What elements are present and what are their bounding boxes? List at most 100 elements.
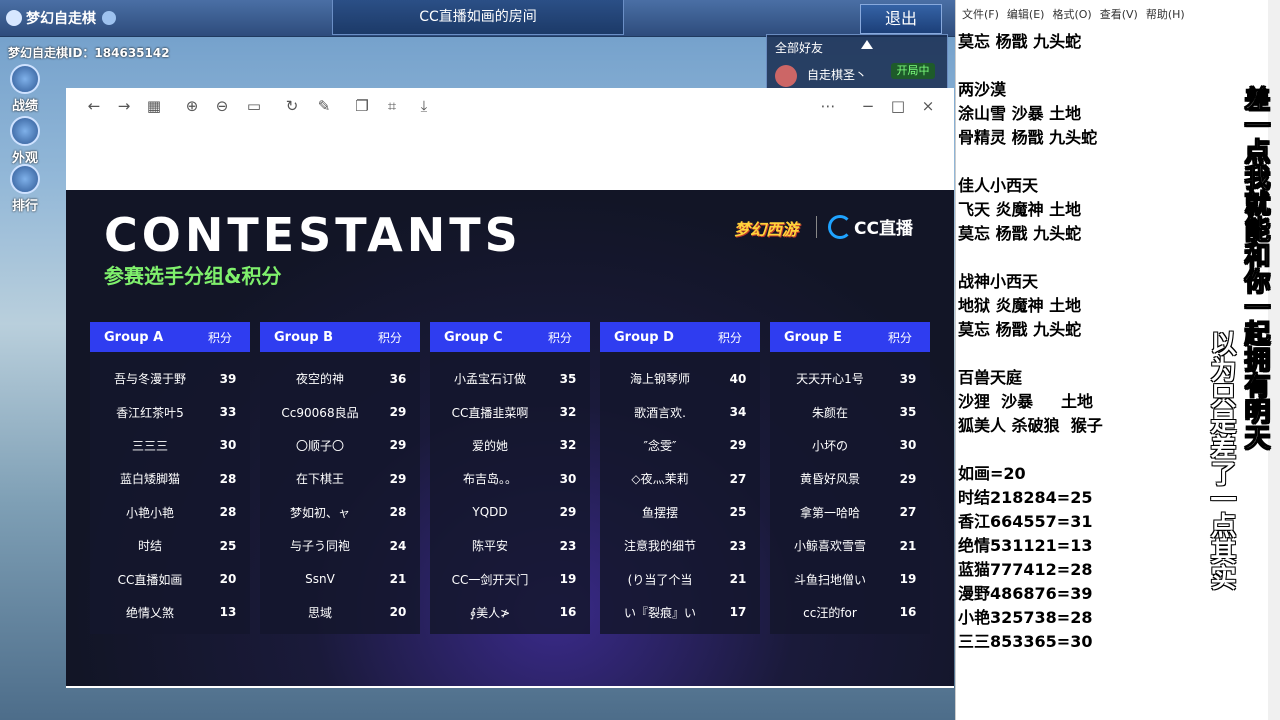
player-score: 28 [219, 471, 237, 486]
group-table: Group E 积分 天天开心1号 39 朱颜在 35 小坏の 30 黄昏好风景 29 拿第一哈哈 2… [770, 322, 930, 634]
player-name: 小坏の [811, 438, 848, 453]
notepad-line: 涂山雪 沙暴 土地 [958, 104, 1082, 123]
player-name: CC直播韭菜啊 [451, 405, 529, 420]
score-header: 积分 [717, 330, 742, 345]
player-name: 黄昏好风景 [799, 472, 860, 487]
notepad-line [958, 150, 1208, 174]
player-score: 19 [559, 572, 577, 587]
score-header: 积分 [377, 330, 402, 345]
menu-item[interactable]: 编辑(E) [1007, 8, 1045, 21]
save-icon[interactable]: ⤓ [416, 98, 432, 114]
friend-avatar[interactable] [775, 65, 797, 87]
player-score: 30 [559, 471, 577, 486]
contestants-poster: CONTESTANTS 参赛选手分组&积分 梦幻西游 CC直播 Group A 积… [66, 190, 954, 686]
player-name: cc汪的for [803, 605, 857, 620]
player-score: 19 [899, 572, 917, 587]
appearance-button[interactable]: 外观 [6, 116, 44, 166]
score-header: 积分 [547, 330, 572, 345]
player-name: 蓝白矮脚猫 [119, 472, 180, 487]
exit-button[interactable]: 退出 [860, 4, 942, 34]
player-name: 在下棋王 [295, 472, 344, 487]
copy-icon[interactable]: ❐ [354, 98, 370, 114]
player-score: 30 [219, 438, 237, 453]
game-logo-text: 梦幻自走棋 [26, 11, 96, 27]
player-row: SsnV 21 [260, 562, 420, 595]
notepad-line: 绝情531121=13 [958, 536, 1093, 555]
back-icon[interactable]: ← [86, 98, 102, 114]
home-icon[interactable] [102, 11, 116, 25]
notepad-line [958, 342, 1208, 366]
player-score: 34 [729, 405, 747, 420]
player-row: 朱颜在 35 [770, 395, 930, 428]
notepad-menu-bar: 文件(F) 编辑(E) 格式(O) 查看(V) 帮助(H) [956, 6, 1187, 24]
player-name: SsnV [305, 572, 335, 587]
group-header: Group B 积分 [260, 322, 420, 352]
player-name: (り当了个当 [627, 572, 693, 587]
player-score: 25 [729, 505, 747, 520]
maximize-icon[interactable]: □ [890, 98, 906, 114]
player-row: 斗鱼扫地僧い 19 [770, 562, 930, 595]
player-score: 35 [899, 405, 917, 420]
minimize-icon[interactable]: − [860, 98, 876, 114]
player-row: 注意我的细节 23 [600, 529, 760, 562]
player-score: 29 [389, 438, 407, 453]
player-name: 与子う同袍 [289, 539, 350, 554]
zoom-in-icon[interactable]: ⊕ [184, 98, 200, 114]
record-label: 战绩 [11, 99, 38, 114]
notepad-line: 蓝猫777412=28 [958, 560, 1093, 579]
player-name: 歌酒言欢. [634, 405, 686, 420]
notepad-line: 漫野486876=39 [958, 584, 1093, 603]
notepad-line: 地狱 炎魔神 土地 [958, 296, 1082, 315]
record-button[interactable]: 战绩 [6, 64, 44, 114]
player-score: 32 [559, 438, 577, 453]
player-row: 小艳小艳 28 [90, 496, 250, 529]
swords-icon [10, 64, 40, 94]
player-name: 时结 [137, 539, 162, 554]
player-score: 16 [559, 605, 577, 620]
close-icon[interactable]: × [920, 98, 936, 114]
player-name: 香江红茶叶5 [116, 405, 184, 420]
notepad-line: 小艳325738=28 [958, 608, 1093, 627]
menu-item[interactable]: 查看(V) [1100, 8, 1138, 21]
friend-name[interactable]: 自走棋圣丶 [807, 66, 867, 83]
rotate-icon[interactable]: ↻ [284, 98, 300, 114]
player-name: 夜空的神 [295, 372, 344, 387]
notepad-text-area[interactable]: 莫忘 杨戬 九头蛇 两沙漠 涂山雪 沙暴 土地 骨精灵 杨戬 九头蛇 佳人小西天 飞天 炎… [958, 30, 1208, 654]
player-score: 24 [389, 538, 407, 553]
menu-item[interactable]: 文件(F) [962, 8, 999, 21]
game-logo: 梦幻自走棋 [6, 8, 116, 28]
ranking-button[interactable]: 排行 [6, 164, 44, 214]
group-header: Group C 积分 [430, 322, 590, 352]
player-name: CC直播如画 [117, 572, 183, 587]
more-icon[interactable]: ⋯ [820, 98, 836, 114]
fit-icon[interactable]: ▭ [246, 98, 262, 114]
forward-icon[interactable]: → [116, 98, 132, 114]
player-name: 小孟宝石订做 [453, 372, 526, 387]
player-score: 32 [559, 405, 577, 420]
player-row: YQDD 29 [430, 496, 590, 529]
edit-icon[interactable]: ✎ [316, 98, 332, 114]
player-row: 三三三 30 [90, 429, 250, 462]
player-row: ″念雯″ 29 [600, 429, 760, 462]
notepad-line: 百兽天庭 [958, 368, 1023, 387]
viewer-toolbar: ← → ▦ ⊕ ⊖ ▭ ↻ ✎ ❐ ⌗ ⤓ ⋯ − □ × [66, 88, 954, 124]
zoom-out-icon[interactable]: ⊖ [214, 98, 230, 114]
ranking-icon [10, 164, 40, 194]
collapse-icon[interactable] [861, 40, 873, 49]
group-name: Group E [784, 329, 842, 345]
menu-item[interactable]: 帮助(H) [1146, 8, 1185, 21]
player-score: 29 [729, 438, 747, 453]
notepad-line [958, 438, 1208, 462]
crop-icon[interactable]: ⌗ [384, 98, 400, 114]
notepad-line: 时结218284=25 [958, 488, 1093, 507]
player-name: 三三三 [131, 438, 168, 453]
notepad-line: 狐美人 杀破狼 猴子 [958, 416, 1103, 435]
friends-title[interactable]: 全部好友 [775, 39, 823, 56]
notepad-line [958, 246, 1208, 270]
grid-icon[interactable]: ▦ [146, 98, 162, 114]
player-score: 20 [219, 572, 237, 587]
player-row: CC直播韭菜啊 32 [430, 395, 590, 428]
player-score: 36 [389, 371, 407, 386]
player-score: 30 [899, 438, 917, 453]
menu-item[interactable]: 格式(O) [1052, 8, 1091, 21]
